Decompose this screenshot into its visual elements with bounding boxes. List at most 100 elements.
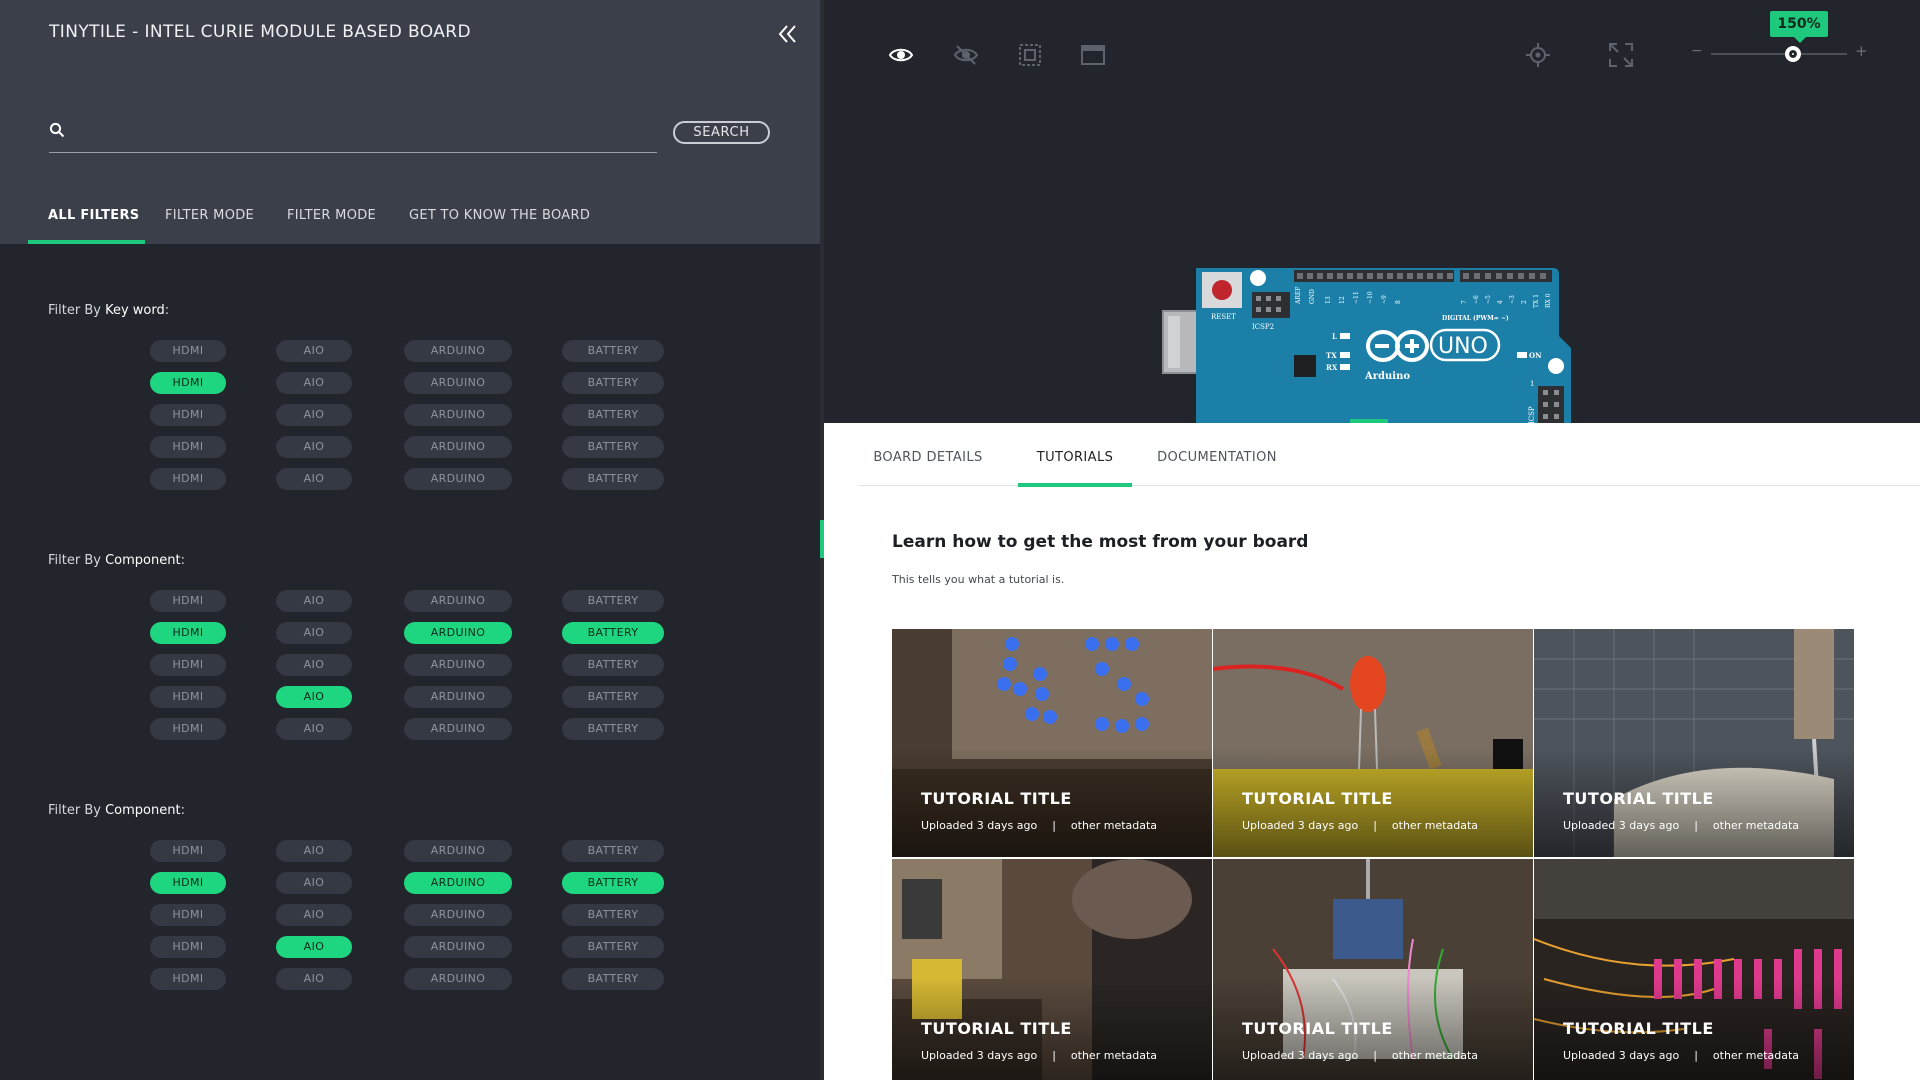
search-button[interactable]: SEARCH [673, 121, 770, 144]
window-icon[interactable] [1080, 42, 1106, 68]
filter-chip-battery[interactable]: BATTERY [562, 686, 664, 708]
select-area-icon[interactable] [1017, 42, 1043, 68]
board-text: AREF [1295, 287, 1302, 305]
label-keyword: Component [105, 553, 181, 568]
filter-chip-hdmi[interactable]: HDMI [150, 840, 226, 862]
filter-chip-battery[interactable]: BATTERY [562, 904, 664, 926]
filter-chip-arduino[interactable]: ARDUINO [404, 840, 512, 862]
detail-tab-documentation[interactable]: DOCUMENTATION [1132, 423, 1302, 486]
collapse-panel-button[interactable] [776, 22, 800, 46]
tutorial-card[interactable]: TUTORIAL TITLE Uploaded 3 days ago | other … [892, 629, 1212, 857]
eye-icon[interactable] [888, 42, 914, 68]
other-metadata: other metadata [1070, 1049, 1158, 1062]
tutorial-card[interactable]: TUTORIAL TITLE Uploaded 3 days ago | other … [1534, 629, 1854, 857]
filter-chip-hdmi[interactable]: HDMI [150, 372, 226, 394]
filter-chip-hdmi[interactable]: HDMI [150, 968, 226, 990]
upload-date: Uploaded 3 days ago [921, 1049, 1038, 1062]
detail-tab-board-details[interactable]: BOARD DETAILS [858, 423, 998, 486]
filter-chip-arduino[interactable]: ARDUINO [404, 936, 512, 958]
tutorial-title: TUTORIAL TITLE [1242, 789, 1393, 808]
filter-chip-aio[interactable]: AIO [276, 622, 352, 644]
filter-chip-battery[interactable]: BATTERY [562, 968, 664, 990]
filter-chip-arduino[interactable]: ARDUINO [404, 686, 512, 708]
label-suffix: : [180, 553, 185, 568]
filter-chip-hdmi[interactable]: HDMI [150, 468, 226, 490]
filter-chip-battery[interactable]: BATTERY [562, 590, 664, 612]
filter-chip-hdmi[interactable]: HDMI [150, 686, 226, 708]
filter-chip-hdmi[interactable]: HDMI [150, 872, 226, 894]
filter-chip-aio[interactable]: AIO [276, 718, 352, 740]
filter-chip-arduino[interactable]: ARDUINO [404, 654, 512, 676]
filter-chip-arduino[interactable]: ARDUINO [404, 968, 512, 990]
upload-date: Uploaded 3 days ago [1242, 1049, 1359, 1062]
zoom-in-button[interactable]: + [1855, 42, 1868, 60]
filter-chip-arduino[interactable]: ARDUINO [404, 468, 512, 490]
board-text: ~10 [1367, 291, 1374, 304]
filter-chip-hdmi[interactable]: HDMI [150, 904, 226, 926]
search-input[interactable] [75, 118, 645, 146]
detail-tab-tutorials[interactable]: TUTORIALS [1018, 423, 1132, 487]
filter-chip-battery[interactable]: BATTERY [562, 872, 664, 894]
filter-chip-aio[interactable]: AIO [276, 840, 352, 862]
zoom-slider-track[interactable] [1711, 53, 1847, 55]
filter-chip-battery[interactable]: BATTERY [562, 840, 664, 862]
filter-chip-aio[interactable]: AIO [276, 436, 352, 458]
eye-off-icon[interactable] [953, 42, 979, 68]
filter-tab-3[interactable]: FILTER MODE [267, 196, 389, 244]
filter-tab-4[interactable]: GET TO KNOW THE BOARD [389, 196, 590, 244]
filter-chip-battery[interactable]: BATTERY [562, 654, 664, 676]
filter-chip-aio[interactable]: AIO [276, 372, 352, 394]
filter-chip-hdmi[interactable]: HDMI [150, 436, 226, 458]
filter-chip-aio[interactable]: AIO [276, 404, 352, 426]
filter-tab-2[interactable]: FILTER MODE [145, 196, 267, 244]
filter-chip-hdmi[interactable]: HDMI [150, 340, 226, 362]
upload-date: Uploaded 3 days ago [1563, 819, 1680, 832]
filter-chip-aio[interactable]: AIO [276, 654, 352, 676]
filter-chip-battery[interactable]: BATTERY [562, 622, 664, 644]
filter-chip-hdmi[interactable]: HDMI [150, 622, 226, 644]
filter-chip-battery[interactable]: BATTERY [562, 372, 664, 394]
double-chevron-left-icon [778, 25, 796, 43]
filter-chip-aio[interactable]: AIO [276, 590, 352, 612]
filter-chip-arduino[interactable]: ARDUINO [404, 904, 512, 926]
filter-chip-arduino[interactable]: ARDUINO [404, 718, 512, 740]
filter-chip-arduino[interactable]: ARDUINO [404, 872, 512, 894]
search-icon [49, 122, 65, 138]
zoom-slider-handle[interactable] [1784, 46, 1801, 62]
tutorial-meta: Uploaded 3 days ago | other metadata [1242, 1049, 1478, 1062]
filter-chip-aio[interactable]: AIO [276, 968, 352, 990]
tutorial-card[interactable]: TUTORIAL TITLE Uploaded 3 days ago | other … [1213, 859, 1533, 1080]
filter-chip-hdmi[interactable]: HDMI [150, 718, 226, 740]
crosshair-icon[interactable] [1525, 42, 1551, 68]
filter-chip-aio[interactable]: AIO [276, 340, 352, 362]
fullscreen-icon[interactable] [1608, 42, 1634, 68]
filter-chip-battery[interactable]: BATTERY [562, 404, 664, 426]
filter-section-label: Filter By Component: [48, 803, 185, 818]
filter-chip-aio[interactable]: AIO [276, 936, 352, 958]
board-text: ICSP [1528, 406, 1536, 424]
tutorial-card[interactable]: TUTORIAL TITLE Uploaded 3 days ago | other … [1534, 859, 1854, 1080]
filter-chip-aio[interactable]: AIO [276, 872, 352, 894]
filter-chip-hdmi[interactable]: HDMI [150, 936, 226, 958]
filter-chip-battery[interactable]: BATTERY [562, 936, 664, 958]
tutorial-card[interactable]: TUTORIAL TITLE Uploaded 3 days ago | other … [892, 859, 1212, 1080]
filter-chip-aio[interactable]: AIO [276, 686, 352, 708]
filter-chip-arduino[interactable]: ARDUINO [404, 404, 512, 426]
filter-chip-arduino[interactable]: ARDUINO [404, 590, 512, 612]
filter-chip-battery[interactable]: BATTERY [562, 340, 664, 362]
filter-chip-hdmi[interactable]: HDMI [150, 654, 226, 676]
filter-chip-arduino[interactable]: ARDUINO [404, 340, 512, 362]
filter-chip-battery[interactable]: BATTERY [562, 468, 664, 490]
filter-chip-aio[interactable]: AIO [276, 904, 352, 926]
filter-chip-arduino[interactable]: ARDUINO [404, 622, 512, 644]
filter-tab-1[interactable]: ALL FILTERS [28, 196, 145, 244]
filter-chip-arduino[interactable]: ARDUINO [404, 372, 512, 394]
filter-chip-hdmi[interactable]: HDMI [150, 590, 226, 612]
zoom-out-button[interactable]: − [1691, 43, 1703, 59]
tutorial-card[interactable]: TUTORIAL TITLE Uploaded 3 days ago | other … [1213, 629, 1533, 857]
filter-chip-hdmi[interactable]: HDMI [150, 404, 226, 426]
filter-chip-battery[interactable]: BATTERY [562, 436, 664, 458]
filter-chip-arduino[interactable]: ARDUINO [404, 436, 512, 458]
filter-chip-battery[interactable]: BATTERY [562, 718, 664, 740]
filter-chip-aio[interactable]: AIO [276, 468, 352, 490]
